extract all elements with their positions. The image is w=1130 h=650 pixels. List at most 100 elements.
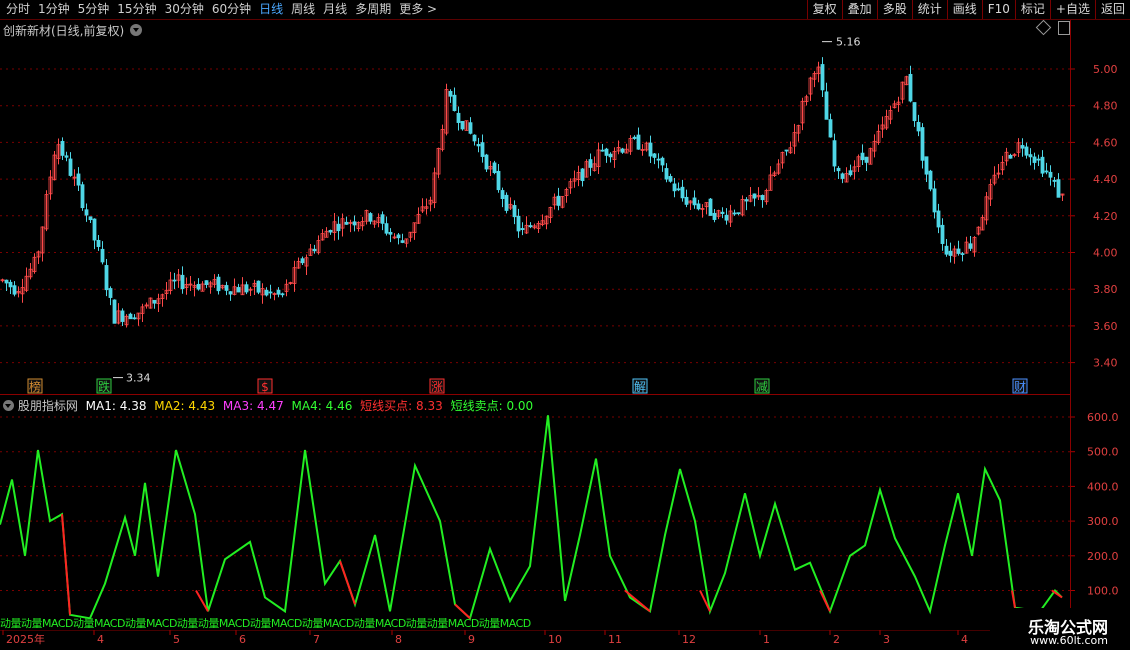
candle-body: [1008, 154, 1013, 159]
candle-body: [468, 122, 473, 134]
sell-segment: [819, 590, 831, 612]
candle-body: [312, 248, 317, 252]
candle-body: [760, 195, 765, 201]
event-badge-label[interactable]: 跌: [98, 379, 110, 394]
period-tab-7[interactable]: 周线: [287, 0, 319, 19]
time-tick-label: 6: [239, 633, 246, 646]
period-tab-9[interactable]: 多周期: [351, 0, 395, 19]
sell-segment: [61, 514, 71, 615]
candle-body: [236, 287, 241, 293]
event-badge-label[interactable]: 解: [634, 380, 646, 394]
period-tab-5[interactable]: 60分钟: [208, 0, 255, 19]
period-tab-6[interactable]: 日线: [255, 0, 287, 19]
candle-body: [1056, 179, 1061, 198]
candle-body: [708, 198, 713, 216]
candle-body: [276, 289, 281, 295]
candle-body: [636, 134, 641, 150]
toolbar-button-5[interactable]: F10: [981, 0, 1015, 19]
candle-body: [932, 188, 937, 213]
candle-body: [68, 158, 73, 176]
candle-body: [4, 279, 9, 284]
period-tab-4[interactable]: 30分钟: [161, 0, 208, 19]
price-tick-label: 4.40: [1093, 173, 1118, 186]
candle-body: [132, 317, 137, 320]
candle-body: [720, 211, 725, 214]
candle-body: [848, 170, 853, 176]
candle-body: [580, 168, 585, 182]
event-badge-label[interactable]: 减: [756, 380, 768, 394]
candle-body: [256, 280, 261, 293]
toolbar-button-1[interactable]: 叠加: [841, 0, 877, 19]
candle-body: [100, 248, 105, 263]
event-badge-label[interactable]: 榜: [29, 379, 41, 394]
candle-body: [12, 285, 17, 295]
indicator-tick-label: 500.0: [1087, 446, 1119, 459]
candle-body: [96, 239, 101, 247]
period-tab-10[interactable]: 更多 >: [395, 0, 441, 19]
candlestick-chart: 5.00 4.80 4.60 4.40 4.20 4.00 3.80 3.60 3.40 5.16…: [0, 36, 1118, 394]
toolbar-button-3[interactable]: 统计: [911, 0, 947, 19]
event-badge: 榜: [27, 378, 43, 394]
candle-body: [732, 212, 737, 215]
candle-body: [684, 196, 689, 205]
event-badge: 解: [632, 378, 648, 394]
period-tab-3[interactable]: 15分钟: [113, 0, 160, 19]
period-tab-2[interactable]: 5分钟: [74, 0, 114, 19]
candle-body: [744, 199, 749, 202]
candle-body: [484, 154, 489, 170]
toolbar-button-6[interactable]: 标记: [1014, 0, 1050, 19]
event-badge: 跌: [96, 378, 112, 394]
price-tick-label: 4.80: [1093, 100, 1118, 113]
candle-body: [828, 119, 833, 138]
candle-body: [64, 155, 69, 158]
candle-body: [112, 299, 117, 324]
candle-body: [660, 157, 665, 166]
momentum-line: [0, 415, 1063, 621]
candle-body: [400, 240, 405, 243]
event-badge-label[interactable]: 财: [1014, 380, 1026, 394]
candle-body: [472, 134, 477, 142]
candle-body: [940, 224, 945, 244]
indicator-chart: 600.0 500.0 400.0 300.0 200.0 100.0: [0, 411, 1119, 621]
candle-body: [244, 284, 249, 293]
time-tick-label: 2: [833, 633, 840, 646]
indicator-tick-label: 200.0: [1087, 550, 1119, 563]
indicator-tick-label: 300.0: [1087, 515, 1119, 528]
candle-body: [224, 285, 229, 291]
candle-body: [480, 142, 485, 157]
toolbar-button-7[interactable]: +自选: [1049, 0, 1095, 19]
time-tick-label: 3: [883, 633, 890, 646]
candle-body: [712, 212, 717, 220]
period-tab-8[interactable]: 月线: [319, 0, 351, 19]
candle-body: [680, 186, 685, 199]
candle-body: [620, 148, 625, 153]
candle-body: [84, 209, 89, 216]
candle-body: [300, 258, 305, 264]
event-badge-label[interactable]: 涨: [431, 379, 443, 394]
candle-body: [664, 168, 669, 180]
candle-body: [648, 142, 653, 157]
period-tab-1[interactable]: 1分钟: [34, 0, 74, 19]
candle-body: [1028, 154, 1033, 158]
toolbar-button-2[interactable]: 多股: [876, 0, 912, 19]
candle-body: [344, 221, 349, 225]
period-tabs: 分时 1分钟 5分钟 15分钟 30分钟 60分钟 日线 周线 月线 多周期 更多 >: [2, 0, 441, 19]
candle-body: [528, 225, 533, 228]
candle-body: [736, 212, 741, 215]
event-badge: 涨: [429, 378, 445, 394]
indicator-tick-label: 600.0: [1087, 411, 1119, 424]
toolbar-button-8[interactable]: 返回: [1094, 0, 1130, 19]
sell-segment: [624, 589, 651, 613]
candle-body: [944, 245, 949, 255]
candle-body: [520, 228, 525, 231]
candle-body: [656, 158, 661, 161]
toolbar-button-0[interactable]: 复权: [806, 0, 842, 19]
toolbar-button-4[interactable]: 画线: [946, 0, 982, 19]
candle-body: [668, 176, 673, 182]
time-tick-label: 7: [313, 633, 320, 646]
candle-body: [1032, 156, 1037, 163]
event-badge-label[interactable]: $: [261, 380, 269, 394]
period-tab-0[interactable]: 分时: [2, 0, 34, 19]
candle-body: [128, 313, 133, 320]
candle-body: [92, 218, 97, 241]
